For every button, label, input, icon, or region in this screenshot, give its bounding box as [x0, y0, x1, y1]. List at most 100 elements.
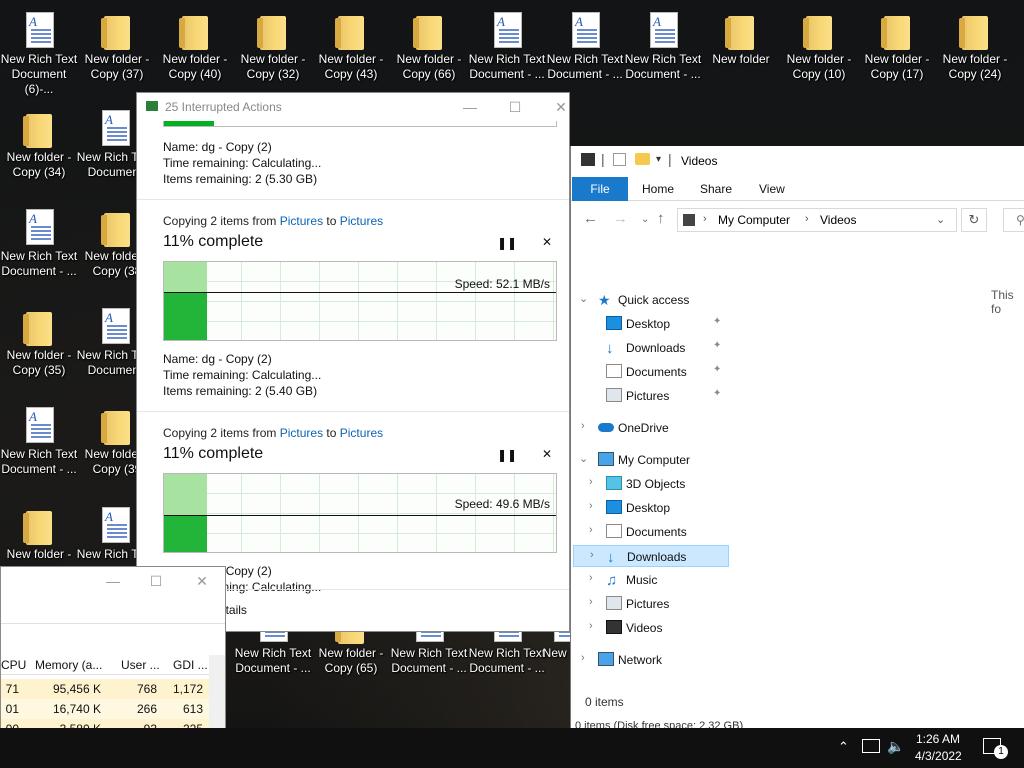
nav-network[interactable]: › Network: [573, 649, 729, 671]
desktop-document[interactable]: New Rich Text Document - ...: [624, 10, 702, 82]
destination-link[interactable]: Pictures: [340, 426, 383, 440]
desktop-document[interactable]: New Rich Text Document - ...: [0, 207, 78, 279]
source-link[interactable]: Pictures: [280, 214, 323, 228]
search-icon[interactable]: ⚲: [1003, 208, 1024, 232]
desktop-document[interactable]: New Rich Text Document - ...: [546, 10, 624, 82]
pause-button[interactable]: ❚❚: [497, 448, 517, 462]
minimize-button[interactable]: —: [103, 571, 123, 591]
volume-icon[interactable]: 🔈: [887, 738, 904, 755]
chevron-right-icon[interactable]: ›: [589, 620, 593, 632]
chevron-right-icon[interactable]: ›: [589, 596, 593, 608]
copy-progress-dialog[interactable]: 25 Interrupted Actions — ☐ ✕ Name: dg - …: [136, 92, 570, 632]
forward-arrow-icon[interactable]: →: [613, 210, 628, 227]
refresh-icon[interactable]: ↻: [961, 208, 987, 232]
percent-complete: 11% complete: [163, 445, 264, 462]
speed-label: Speed: 52.1 MB/s: [454, 277, 550, 291]
nav-quick-pictures[interactable]: Pictures ✦: [573, 385, 729, 407]
source-link[interactable]: Pictures: [280, 426, 323, 440]
window-title: Videos: [681, 154, 718, 168]
destination-link[interactable]: Pictures: [340, 214, 383, 228]
desktop-folder[interactable]: New folder - Copy (17): [858, 10, 936, 82]
new-folder-icon[interactable]: [635, 153, 650, 165]
column-header[interactable]: GDI ...: [173, 658, 208, 672]
nav-item-label: 3D Objects: [626, 477, 686, 491]
minimize-button[interactable]: —: [460, 97, 480, 117]
dialog-titlebar[interactable]: 25 Interrupted Actions — ☐ ✕: [137, 93, 569, 121]
chevron-down-icon[interactable]: ⌄: [936, 213, 945, 226]
desktop-folder[interactable]: New folder - Copy (10): [780, 10, 858, 82]
nav-pc-videos[interactable]: › Videos: [573, 617, 729, 639]
network-icon[interactable]: [862, 739, 880, 753]
tab-share[interactable]: Share: [700, 182, 732, 196]
desktop-folder[interactable]: New folder - Copy (66): [390, 10, 468, 82]
chevron-right-icon[interactable]: ›: [581, 652, 585, 664]
chevron-up-icon[interactable]: ⌃: [838, 739, 849, 755]
breadcrumb-root[interactable]: My Computer: [718, 213, 790, 227]
maximize-button[interactable]: ☐: [146, 571, 166, 591]
chevron-right-icon[interactable]: ›: [589, 500, 593, 512]
chevron-right-icon[interactable]: ›: [590, 549, 594, 561]
column-header[interactable]: CPU: [1, 658, 26, 672]
nav-quick-downloads[interactable]: ↓ Downloads ✦: [573, 337, 729, 359]
folder-icon: [255, 10, 291, 50]
close-button[interactable]: ✕: [192, 571, 212, 591]
folder-icon: [801, 10, 837, 50]
nav-quick-access[interactable]: ⌄ ★ Quick access: [573, 289, 729, 311]
recent-locations-icon[interactable]: ⌄: [641, 214, 649, 225]
tab-view[interactable]: View: [759, 182, 785, 196]
nav-pc-3d-objects[interactable]: › 3D Objects: [573, 473, 729, 495]
chevron-right-icon[interactable]: ›: [703, 213, 707, 225]
nav-quick-desktop[interactable]: Desktop ✦: [573, 313, 729, 335]
column-header[interactable]: Memory (a...: [35, 658, 102, 672]
nav-item-label: Downloads: [627, 550, 687, 564]
percent-complete: 11% complete: [163, 233, 264, 250]
back-arrow-icon[interactable]: ←: [583, 210, 598, 227]
table-cell: 01: [5, 702, 19, 716]
nav-onedrive[interactable]: › OneDrive: [573, 417, 729, 439]
file-explorer-window[interactable]: | ▾ | Videos File Home Share View ← → ⌄ …: [570, 146, 1024, 738]
nav-item-label: Music: [626, 573, 658, 587]
chevron-right-icon[interactable]: ›: [581, 420, 585, 432]
desktop-folder[interactable]: New folder - Copy (37): [78, 10, 156, 82]
nav-quick-documents[interactable]: Documents ✦: [573, 361, 729, 383]
desktop-folder[interactable]: New folder -: [0, 505, 78, 562]
chevron-right-icon[interactable]: ›: [589, 572, 593, 584]
up-arrow-icon[interactable]: ↑: [657, 210, 665, 227]
desktop-document[interactable]: New Rich Text Document - ...: [0, 405, 78, 477]
desktop-folder[interactable]: New folder - Copy (32): [234, 10, 312, 82]
address-bar[interactable]: › My Computer › Videos ⌄: [677, 208, 957, 232]
nav-item-label: Videos: [626, 621, 663, 635]
cancel-button[interactable]: ✕: [542, 447, 552, 461]
desktop-folder[interactable]: New folder - Copy (40): [156, 10, 234, 82]
desktop-document[interactable]: New Rich Text Document (6)-...: [0, 10, 78, 97]
nav-my-computer[interactable]: ⌄ My Computer: [573, 449, 729, 471]
desktop-folder[interactable]: New folder - Copy (35): [0, 306, 78, 378]
desktop-folder[interactable]: New folder - Copy (34): [0, 108, 78, 180]
chevron-down-icon[interactable]: ▾: [656, 154, 661, 165]
pause-button[interactable]: ❚❚: [497, 236, 517, 250]
chevron-down-icon[interactable]: ⌄: [579, 292, 588, 305]
maximize-button[interactable]: ☐: [505, 97, 525, 117]
chevron-right-icon[interactable]: ›: [589, 524, 593, 536]
chevron-right-icon[interactable]: ›: [589, 476, 593, 488]
desktop-folder[interactable]: New folder - Copy (24): [936, 10, 1014, 82]
chevron-down-icon[interactable]: ⌄: [579, 452, 588, 465]
nav-pc-desktop[interactable]: › Desktop: [573, 497, 729, 519]
desktop-folder[interactable]: New folder - Copy (43): [312, 10, 390, 82]
nav-pc-music[interactable]: › ♫ Music: [573, 569, 729, 591]
cancel-button[interactable]: ✕: [542, 235, 552, 249]
clock-date[interactable]: 4/3/2022: [915, 749, 962, 763]
nav-pc-documents[interactable]: › Documents: [573, 521, 729, 543]
tab-file[interactable]: File: [572, 177, 628, 201]
desktop-document[interactable]: New Rich Text Document - ...: [468, 10, 546, 82]
chevron-right-icon[interactable]: ›: [805, 213, 809, 225]
breadcrumb-current[interactable]: Videos: [820, 213, 856, 227]
clock-time[interactable]: 1:26 AM: [916, 732, 960, 746]
nav-pc-pictures[interactable]: › Pictures: [573, 593, 729, 615]
column-header[interactable]: User ...: [121, 658, 160, 672]
nav-pc-downloads[interactable]: › ↓ Downloads: [573, 545, 729, 567]
tab-home[interactable]: Home: [642, 182, 674, 196]
desktop-folder[interactable]: New folder: [702, 10, 780, 67]
close-button[interactable]: ✕: [551, 97, 569, 117]
properties-icon[interactable]: [613, 153, 626, 166]
